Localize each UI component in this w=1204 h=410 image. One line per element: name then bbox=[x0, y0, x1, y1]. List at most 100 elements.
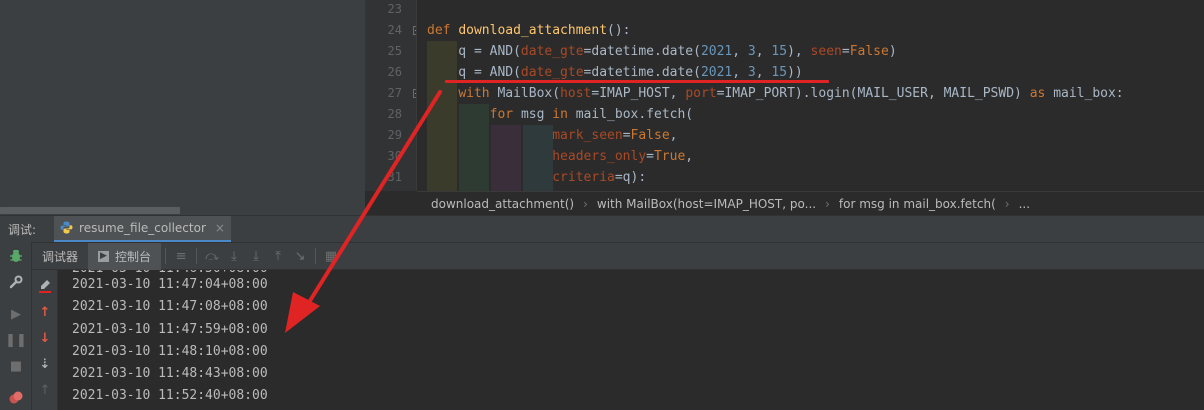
code-token: headers_only bbox=[552, 149, 647, 164]
tab-console[interactable]: ▶ 控制台 bbox=[88, 242, 162, 270]
clear-console-icon[interactable] bbox=[35, 276, 55, 296]
step-over-icon[interactable]: ⤼ bbox=[201, 245, 223, 267]
code-line: headers_only=True, bbox=[427, 146, 693, 167]
code-token: 2021 bbox=[700, 44, 733, 59]
code-token: )) bbox=[787, 65, 803, 80]
code-token: 15 bbox=[771, 44, 788, 59]
code-token: = bbox=[841, 44, 850, 59]
python-icon bbox=[60, 221, 73, 234]
evaluate-expression-icon[interactable]: ▦ bbox=[320, 245, 342, 267]
scroll-to-top-icon[interactable]: ↑ bbox=[35, 380, 55, 400]
code-line: def download_attachment(): bbox=[427, 20, 631, 41]
debug-tool-window-header: 调试: resume_file_collector × bbox=[0, 215, 1204, 243]
code-token: mark_seen bbox=[552, 128, 623, 143]
code-token: with bbox=[458, 86, 498, 101]
code-token: criteria bbox=[552, 170, 615, 185]
code-token: for bbox=[489, 107, 521, 122]
debug-side-toolbar: ▶ ❚❚ ■ bbox=[0, 242, 32, 410]
line-number: 24 bbox=[387, 23, 402, 37]
stop-icon[interactable]: ■ bbox=[6, 356, 26, 376]
line-number: 30 bbox=[387, 149, 402, 163]
console-line: 2021-03-10 11:47:59+08:00 bbox=[72, 322, 268, 337]
tab-label: resume_file_collector bbox=[79, 220, 206, 235]
step-out-icon[interactable]: ⤒ bbox=[267, 245, 289, 267]
code-token: mail_box.fetch( bbox=[575, 107, 694, 122]
code-line: for msg in mail_box.fetch( bbox=[427, 104, 694, 125]
resume-icon[interactable]: ▶ bbox=[6, 304, 26, 324]
code-token: MailBox( bbox=[497, 86, 561, 101]
code-token: msg bbox=[520, 107, 553, 122]
view-breakpoints-icon[interactable] bbox=[6, 388, 26, 408]
chevron-right-icon: › bbox=[1004, 196, 1010, 211]
console-line: 2021-03-10 11:47:08+08:00 bbox=[72, 299, 268, 314]
code-token: , bbox=[755, 65, 772, 80]
line-number: 29 bbox=[387, 128, 402, 142]
toolbar-separator bbox=[315, 248, 317, 264]
breadcrumb-item[interactable]: ... bbox=[1019, 197, 1030, 211]
code-token: 15 bbox=[771, 65, 788, 80]
code-token: ) bbox=[888, 44, 897, 59]
code-line: criteria=q): bbox=[427, 167, 646, 188]
code-token: =datetime.date( bbox=[583, 65, 701, 80]
code-editor[interactable]: def download_attachment(): q = AND(date_… bbox=[417, 0, 1204, 191]
arrow-up-icon[interactable]: ↑ bbox=[35, 302, 55, 322]
code-token: in bbox=[552, 107, 576, 122]
code-token: False bbox=[849, 44, 889, 59]
breadcrumb-item[interactable]: download_attachment() bbox=[431, 197, 574, 211]
line-number: 28 bbox=[387, 107, 402, 121]
pause-icon[interactable]: ❚❚ bbox=[5, 330, 27, 350]
step-into-icon[interactable]: ⤓ bbox=[223, 245, 245, 267]
breadcrumb-item[interactable]: with MailBox(host=IMAP_HOST, po... bbox=[597, 197, 816, 211]
code-token: False bbox=[630, 128, 670, 143]
console-line: 2021-03-10 11:48:10+08:00 bbox=[72, 344, 268, 359]
tab-label: 控制台 bbox=[115, 249, 152, 264]
breadcrumb-item[interactable]: for msg in mail_box.fetch( bbox=[839, 197, 996, 211]
code-token: True bbox=[653, 149, 686, 164]
code-line: q = AND(date_gte=datetime.date(2021, 3, … bbox=[427, 41, 897, 62]
code-token: =IMAP_HOST, bbox=[591, 86, 686, 101]
close-icon[interactable]: × bbox=[215, 221, 225, 235]
horizontal-scrollbar[interactable] bbox=[0, 207, 180, 214]
code-token: seen bbox=[810, 44, 842, 59]
code-token: , bbox=[755, 44, 772, 59]
project-panel bbox=[0, 0, 365, 215]
wrench-icon[interactable] bbox=[6, 272, 26, 292]
tab-label: 调试器 bbox=[42, 249, 79, 264]
code-token: host bbox=[560, 86, 592, 101]
code-token: as bbox=[1029, 86, 1054, 101]
arrow-down-icon[interactable]: ↓ bbox=[35, 328, 55, 348]
code-line: with MailBox(host=IMAP_HOST, port=IMAP_P… bbox=[427, 83, 1123, 104]
code-token: date_gte bbox=[520, 65, 584, 80]
code-token: , bbox=[685, 149, 694, 164]
code-token: =datetime.date( bbox=[583, 44, 701, 59]
annotation-underline bbox=[445, 80, 829, 83]
code-token: =q): bbox=[614, 170, 647, 185]
code-token: download_attachment bbox=[458, 23, 608, 38]
soft-wrap-icon[interactable]: ⇣ bbox=[35, 354, 55, 374]
run-to-cursor-icon[interactable]: ↘ bbox=[289, 245, 311, 267]
line-number: 23 bbox=[387, 2, 402, 16]
toolbar-separator bbox=[165, 248, 167, 264]
code-token: q = AND( bbox=[427, 44, 521, 59]
code-token: , bbox=[732, 65, 748, 80]
console-icon: ▶ bbox=[98, 250, 110, 262]
step-into-my-code-icon[interactable]: ⤓ bbox=[245, 245, 267, 267]
tab-resume-file-collector[interactable]: resume_file_collector × bbox=[54, 215, 231, 243]
line-number: 31 bbox=[387, 170, 402, 184]
show-execution-point-icon[interactable]: ≡ bbox=[170, 245, 192, 267]
code-token: port bbox=[685, 86, 717, 101]
code-token: q = AND( bbox=[427, 65, 521, 80]
console-line: 2021-03-10 11:47:04+08:00 bbox=[72, 277, 268, 292]
debug-toolbar: 调试器 ▶ 控制台 ≡ ⤼ ⤓ ⤓ ⤒ ↘ ▦ bbox=[32, 242, 1204, 270]
code-token: def bbox=[427, 23, 459, 38]
chevron-right-icon: › bbox=[825, 196, 830, 211]
console-output[interactable]: 2021-03-10 11:46:50+08:00 2021-03-10 11:… bbox=[58, 270, 1204, 410]
debug-title: 调试: bbox=[8, 222, 37, 237]
tab-debugger[interactable]: 调试器 bbox=[32, 243, 88, 270]
debug-bug-icon[interactable] bbox=[6, 246, 26, 266]
code-token: = bbox=[622, 128, 631, 143]
